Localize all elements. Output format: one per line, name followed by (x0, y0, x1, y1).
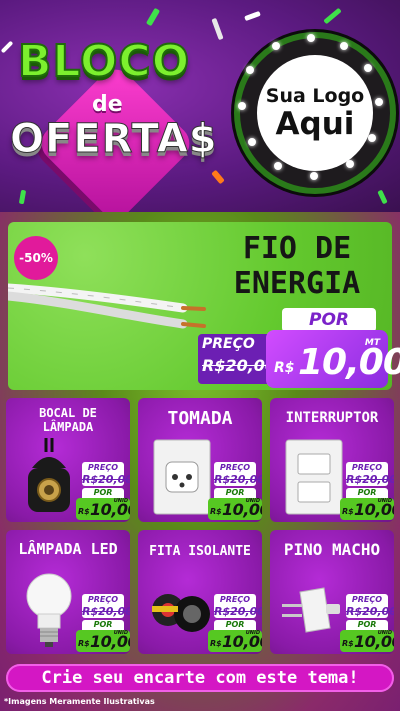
hero-preco-label: PREÇO (202, 336, 255, 352)
product-currency: R$ (210, 639, 222, 648)
product-price-box: R$ 10,00 UNID (340, 498, 394, 520)
disclaimer-text: *Imagens Meramente Ilustrativas (4, 697, 155, 706)
product-old-price: R$20,00 (214, 605, 262, 618)
lamp-socket-icon (28, 438, 70, 512)
outlet-icon (153, 439, 211, 515)
hero-new-price-box: R$ 10,00 MT (266, 330, 400, 388)
product-preco-label: PREÇO (219, 595, 251, 604)
product-title: BOCAL DE LÂMPADA (39, 406, 97, 435)
product-title: PINO MACHO (283, 540, 381, 559)
logo-word-ofertas: OFERTA$ (10, 116, 218, 163)
product-currency: R$ (342, 507, 354, 516)
product-price-box: R$ 10,00 UNID (208, 498, 262, 520)
product-price-box: R$ 10,00 UNID (208, 630, 262, 652)
product-currency: R$ (78, 507, 90, 516)
bloco-de-ofertas-logo: BLOCO de OFERTA$ (10, 34, 230, 212)
product-unit: UNID (245, 630, 260, 636)
hero-price-tag: POR PREÇO R$20,00 R$ 10,00 MT (198, 308, 400, 390)
hero-currency: R$ (274, 360, 295, 376)
hero-por-label: POR (282, 308, 376, 332)
product-currency: R$ (78, 639, 90, 648)
logo-placeholder[interactable]: Sua Logo Aqui (234, 32, 396, 194)
logo-placeholder-line1: Sua Logo (265, 84, 365, 107)
product-price-box: R$ 10,00 UNID (340, 630, 394, 652)
product-card[interactable]: FITA ISOLANTE PREÇO R$20,00 POR R$ 10,00… (138, 530, 262, 654)
product-card[interactable]: TOMADA PREÇO R$20,00 POR R$ 10,00 UNID (138, 398, 262, 522)
product-title: TOMADA (167, 408, 233, 429)
product-card[interactable]: INTERRUPTOR PREÇO R$20,00 POR R$ 10,00 U… (270, 398, 394, 522)
product-price-box: R$ 10,00 UNID (76, 498, 130, 520)
product-preco-label: PREÇO (351, 463, 383, 472)
product-old-price-box: PREÇO R$20,00 (346, 594, 394, 618)
product-old-price-box: PREÇO R$20,00 (214, 462, 262, 486)
product-old-price-box: PREÇO R$20,00 (346, 462, 394, 486)
hero-unit: MT (364, 338, 380, 348)
product-card[interactable]: PINO MACHO PREÇO R$20,00 POR R$ 10,00 UN… (270, 530, 394, 654)
logo-placeholder-inner: Sua Logo Aqui (257, 55, 373, 171)
logo-word-bloco: BLOCO (17, 35, 191, 88)
hero-new-price: 10,00 (298, 342, 400, 383)
hero-title: FIO DE ENERGIA (212, 231, 382, 301)
logo-placeholder-line2: Aqui (275, 105, 355, 142)
product-old-price: R$20,00 (82, 473, 130, 486)
product-old-price-box: PREÇO R$20,00 (82, 462, 130, 486)
product-old-price: R$20,00 (346, 605, 394, 618)
hero-old-price: R$20,00 (202, 356, 277, 375)
product-price-box: R$ 10,00 UNID (76, 630, 130, 652)
product-unit: UNID (377, 630, 392, 636)
product-title: FITA ISOLANTE (149, 544, 251, 559)
product-preco-label: PREÇO (351, 595, 383, 604)
product-old-price-box: PREÇO R$20,00 (82, 594, 130, 618)
product-card[interactable]: BOCAL DE LÂMPADA PREÇO R$20,00 POR R$ 10… (6, 398, 130, 522)
plug-icon (282, 587, 340, 633)
product-preco-label: PREÇO (87, 463, 119, 472)
tape-icon (152, 594, 210, 632)
product-currency: R$ (342, 639, 354, 648)
product-unit: UNID (245, 498, 260, 504)
product-unit: UNID (113, 498, 128, 504)
product-card[interactable]: LÂMPADA LED PREÇO R$20,00 POR R$ 10,00 U… (6, 530, 130, 654)
product-currency: R$ (210, 507, 222, 516)
cable-icon (8, 283, 206, 329)
hero-title-line1: FIO DE (242, 231, 352, 266)
logo-word-de: de (92, 92, 123, 117)
product-old-price: R$20,00 (82, 605, 130, 618)
product-preco-label: PREÇO (219, 463, 251, 472)
led-bulb-icon (26, 573, 72, 647)
product-title: LÂMPADA LED (18, 540, 118, 558)
header-banner: BLOCO de OFERTA$ Sua Logo Aqui (0, 0, 400, 212)
switch-icon (285, 439, 343, 515)
product-unit: UNID (377, 498, 392, 504)
product-old-price-box: PREÇO R$20,00 (214, 594, 262, 618)
product-unit: UNID (113, 630, 128, 636)
create-flyer-button[interactable]: Crie seu encarte com este tema! (6, 664, 394, 692)
product-title: INTERRUPTOR (285, 410, 379, 426)
product-old-price: R$20,00 (346, 473, 394, 486)
hero-title-line2: ENERGIA (233, 265, 361, 301)
product-old-price: R$20,00 (214, 473, 262, 486)
product-preco-label: PREÇO (87, 595, 119, 604)
